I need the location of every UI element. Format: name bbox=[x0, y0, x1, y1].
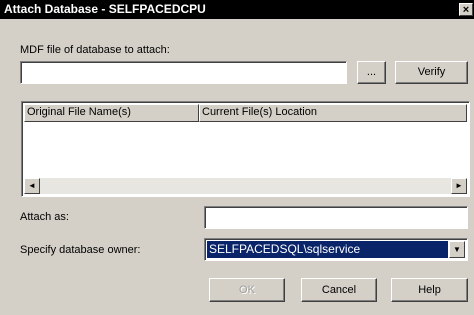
cancel-button[interactable]: Cancel bbox=[301, 278, 377, 302]
horizontal-scrollbar[interactable]: ◄ ► bbox=[24, 178, 467, 194]
attach-database-dialog: Attach Database - SELFPACEDCPU × MDF fil… bbox=[0, 0, 474, 315]
column-header-original-file-name[interactable]: Original File Name(s) bbox=[24, 104, 199, 122]
close-icon[interactable]: × bbox=[459, 3, 473, 16]
column-header-current-file-location[interactable]: Current File(s) Location bbox=[199, 104, 467, 122]
ok-button[interactable]: OK bbox=[209, 278, 285, 302]
database-files-list[interactable]: Original File Name(s) Current File(s) Lo… bbox=[21, 101, 470, 197]
chevron-down-icon[interactable]: ▼ bbox=[449, 241, 465, 258]
mdf-file-input[interactable] bbox=[20, 61, 347, 84]
database-owner-select[interactable]: SELFPACEDSQL\sqlservice ▼ bbox=[204, 238, 468, 261]
arrow-left-icon[interactable]: ◄ bbox=[24, 178, 40, 194]
mdf-file-label: MDF file of database to attach: bbox=[20, 44, 170, 56]
database-owner-label: Specify database owner: bbox=[20, 244, 141, 256]
arrow-right-icon[interactable]: ► bbox=[451, 178, 467, 194]
attach-as-input[interactable] bbox=[204, 206, 468, 229]
database-owner-selected-value: SELFPACEDSQL\sqlservice bbox=[207, 241, 448, 258]
list-header: Original File Name(s) Current File(s) Lo… bbox=[24, 104, 467, 122]
verify-button[interactable]: Verify bbox=[395, 61, 468, 84]
attach-as-label: Attach as: bbox=[20, 211, 69, 223]
help-button[interactable]: Help bbox=[391, 278, 468, 302]
window-title: Attach Database - SELFPACEDCPU bbox=[4, 2, 206, 16]
title-bar[interactable]: Attach Database - SELFPACEDCPU × bbox=[0, 0, 474, 19]
browse-button[interactable]: ... bbox=[357, 61, 386, 84]
